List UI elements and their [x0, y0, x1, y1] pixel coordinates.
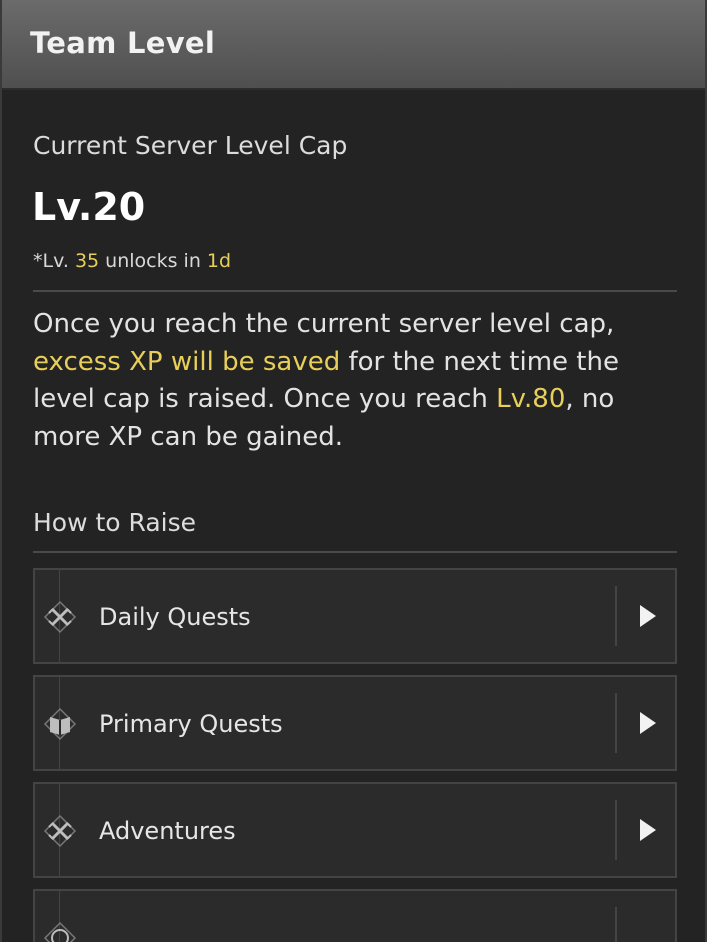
primary-quests-icon: [43, 707, 77, 741]
chevron-right-icon: [640, 819, 656, 841]
divider-top: [33, 290, 677, 292]
desc-part-1: Once you reach the current server level …: [33, 309, 615, 339]
unlock-time: 1d: [206, 250, 232, 272]
daily-quests-label: Daily Quests: [99, 603, 251, 631]
adventures-button[interactable]: Adventures: [33, 782, 677, 878]
chevron-right-icon: [640, 712, 656, 734]
row-separator: [615, 907, 617, 942]
panel-header: Team Level: [2, 0, 705, 90]
unlock-middle: unlocks in: [99, 250, 207, 272]
row-separator: [615, 586, 617, 646]
daily-quests-icon: [43, 600, 77, 634]
list-item-partial[interactable]: [33, 889, 677, 942]
desc-highlight-1: excess XP will be saved: [33, 346, 341, 377]
divider-how-to-raise: [33, 551, 677, 553]
unlock-level: 35: [74, 250, 100, 272]
primary-quests-label: Primary Quests: [99, 710, 283, 738]
primary-quests-button[interactable]: Primary Quests: [33, 675, 677, 771]
level-cap-value: Lv.20: [32, 185, 146, 229]
row-separator: [615, 693, 617, 753]
team-level-panel: Team Level Current Server Level Cap Lv.2…: [0, 0, 707, 942]
level-cap-label: Current Server Level Cap: [33, 131, 348, 160]
row-separator: [615, 800, 617, 860]
panel-title: Team Level: [30, 26, 216, 60]
unlock-note: *Lv. 35 unlocks in 1d: [33, 250, 231, 272]
desc-highlight-2: Lv.80: [496, 384, 566, 414]
how-to-raise-label: How to Raise: [33, 508, 197, 537]
adventures-label: Adventures: [99, 817, 236, 845]
unlock-prefix: *Lv.: [33, 250, 75, 272]
chevron-right-icon: [640, 605, 656, 627]
globe-icon: [43, 921, 77, 942]
level-cap-description: Once you reach the current server level …: [33, 306, 683, 456]
daily-quests-button[interactable]: Daily Quests: [33, 568, 677, 664]
adventures-icon: [43, 814, 77, 848]
